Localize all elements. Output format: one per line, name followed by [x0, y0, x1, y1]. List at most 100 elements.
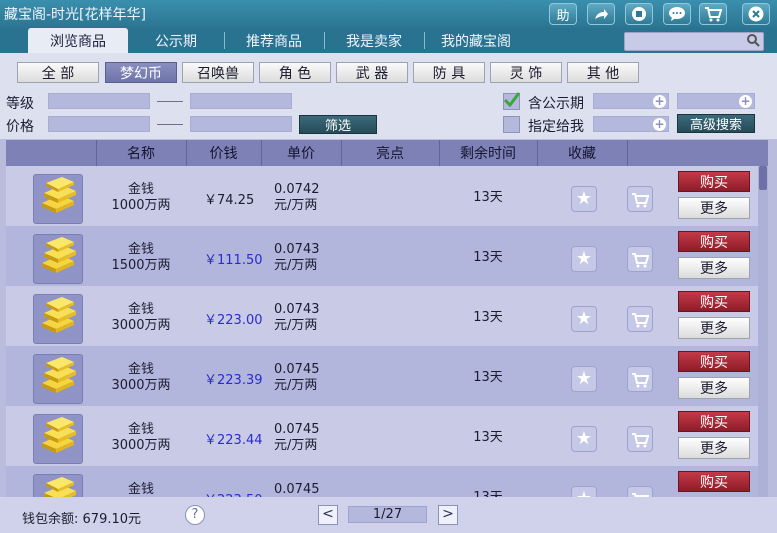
more-button-label: 更多 [700, 261, 728, 277]
gold-ingot-icon[interactable] [33, 474, 83, 497]
table-row[interactable]: 金钱 1500万两 ￥111.50 0.0743 元/万两 13天 ★ 购买 更多 [6, 226, 758, 286]
search-input[interactable] [624, 32, 764, 51]
table-row[interactable]: 金钱 1000万两 ￥74.25 0.0742 元/万两 13天 ★ 购买 更多 [6, 166, 758, 226]
buy-button[interactable]: 购买 [678, 171, 750, 192]
advanced-search-button[interactable]: 高级搜索 [677, 114, 755, 133]
buy-button[interactable]: 购买 [678, 351, 750, 372]
cart-button[interactable] [699, 3, 727, 25]
category-all[interactable]: 全 部 [17, 62, 99, 83]
unit-price-value: 0.0745 [274, 362, 320, 377]
category-armor[interactable]: 防 具 [413, 62, 485, 83]
extra-select-1[interactable]: + [677, 93, 755, 109]
gold-ingot-icon[interactable] [33, 234, 83, 284]
designated-checkbox[interactable] [503, 116, 520, 133]
buy-button-label: 购买 [700, 294, 728, 311]
header-unit-price[interactable]: 单价 [261, 140, 341, 166]
buy-button[interactable]: 购买 [678, 231, 750, 252]
add-to-cart-icon[interactable] [627, 306, 653, 332]
buy-button[interactable]: 购买 [678, 291, 750, 312]
category-accessories[interactable]: 灵 饰 [490, 62, 562, 83]
category-other[interactable]: 其 他 [567, 62, 639, 83]
item-time-left: 13天 [473, 310, 503, 325]
level-label: 等级 [6, 96, 34, 112]
buy-button-label: 购买 [700, 234, 728, 251]
item-price: ￥74.25 [204, 193, 255, 208]
stop-button[interactable] [625, 3, 653, 25]
price-max-field[interactable] [190, 116, 292, 132]
help-icon[interactable]: ? [185, 505, 205, 525]
header-price[interactable]: 价钱 [186, 140, 261, 166]
more-button[interactable]: 更多 [678, 377, 750, 399]
tab-my-pavilion[interactable]: 我的藏宝阁 [424, 28, 528, 53]
add-to-cart-icon[interactable] [627, 486, 653, 497]
close-button[interactable] [742, 3, 770, 25]
table-row[interactable]: 金钱 3000万两 ￥223.44 0.0745 元/万两 13天 ★ 购买 更多 [6, 406, 758, 466]
category-characters[interactable]: 角 色 [259, 62, 331, 83]
share-icon [595, 9, 608, 19]
favorite-star-icon[interactable]: ★ [571, 306, 597, 332]
more-button[interactable]: 更多 [678, 437, 750, 459]
add-to-cart-icon[interactable] [627, 186, 653, 212]
unit-price-value: 0.0745 [274, 422, 320, 437]
tab-browse[interactable]: 浏览商品 [28, 28, 128, 53]
gold-ingot-icon[interactable] [33, 294, 83, 344]
header-highlights: 亮点 [376, 146, 404, 162]
add-to-cart-icon[interactable] [627, 426, 653, 452]
gold-ingot-icon[interactable] [33, 414, 83, 464]
category-weapons[interactable]: 武 器 [336, 62, 408, 83]
tab-public-period[interactable]: 公示期 [128, 28, 224, 53]
buy-button[interactable]: 购买 [678, 471, 750, 492]
header-name[interactable]: 名称 [96, 140, 186, 166]
item-name: 金钱 [106, 482, 176, 497]
wallet-label: 钱包余额: [22, 512, 79, 527]
favorite-star-icon[interactable]: ★ [571, 246, 597, 272]
level-max-field[interactable] [190, 93, 292, 109]
plus-icon[interactable]: + [653, 118, 666, 131]
tab-recommended[interactable]: 推荐商品 [224, 28, 324, 53]
search-icon[interactable] [746, 33, 760, 51]
designated-select[interactable]: + [593, 116, 669, 132]
prev-page-button[interactable]: < [318, 505, 338, 525]
favorite-star-icon[interactable]: ★ [571, 486, 597, 497]
header-time-left[interactable]: 剩余时间 [439, 140, 537, 166]
unit-price-value: 0.0743 [274, 242, 320, 257]
buy-button[interactable]: 购买 [678, 411, 750, 432]
favorite-star-icon[interactable]: ★ [571, 366, 597, 392]
more-button[interactable]: 更多 [678, 317, 750, 339]
category-currency[interactable]: 梦幻币 [105, 62, 177, 83]
favorite-star-icon[interactable]: ★ [571, 426, 597, 452]
next-page-button[interactable]: > [438, 505, 458, 525]
level-min-field[interactable] [48, 93, 150, 109]
scrollbar-thumb[interactable] [759, 166, 767, 190]
add-to-cart-icon[interactable] [627, 366, 653, 392]
gold-ingot-icon[interactable] [33, 354, 83, 404]
chat-button[interactable] [663, 3, 691, 25]
price-min-field[interactable] [48, 116, 150, 132]
item-unit-price: 0.0743 元/万两 [274, 302, 320, 334]
share-button[interactable] [587, 3, 615, 25]
more-button-label: 更多 [700, 441, 728, 457]
gold-ingot-icon[interactable] [33, 174, 83, 224]
plus-icon[interactable]: + [739, 95, 752, 108]
filter-button[interactable]: 筛选 [299, 115, 377, 134]
category-label: 武 器 [355, 65, 389, 82]
public-period-select[interactable]: + [593, 93, 669, 109]
category-label: 防 具 [432, 65, 466, 82]
table-row[interactable]: 金钱 3000万两 ￥223.00 0.0743 元/万两 13天 ★ 购买 更多 [6, 286, 758, 346]
category-bar: 全 部 梦幻币 召唤兽 角 色 武 器 防 具 灵 饰 其 他 [0, 53, 777, 89]
help-button[interactable]: 助 [549, 3, 577, 25]
favorite-star-icon[interactable]: ★ [571, 186, 597, 212]
category-pets[interactable]: 召唤兽 [182, 62, 254, 83]
cart-icon [705, 7, 722, 22]
add-to-cart-icon[interactable] [627, 246, 653, 272]
more-button[interactable]: 更多 [678, 197, 750, 219]
table-row[interactable]: 金钱 ￥223.50 0.0745 13天 ★ 购买 [6, 466, 758, 497]
buy-button-label: 购买 [700, 354, 728, 371]
public-period-checkbox[interactable] [503, 92, 521, 110]
more-button[interactable]: 更多 [678, 257, 750, 279]
item-price: ￥223.39 [204, 373, 263, 388]
plus-icon[interactable]: + [653, 95, 666, 108]
scrollbar[interactable] [758, 166, 768, 497]
tab-seller[interactable]: 我是卖家 [324, 28, 424, 53]
table-row[interactable]: 金钱 3000万两 ￥223.39 0.0745 元/万两 13天 ★ 购买 更多 [6, 346, 758, 406]
